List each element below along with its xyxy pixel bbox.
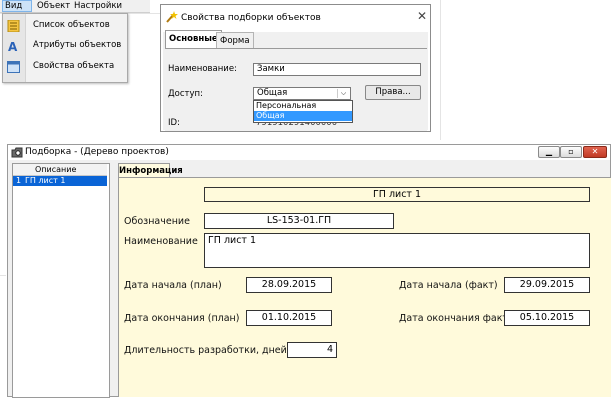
properties-icon: [7, 61, 20, 73]
tab-panel: Наименование: Замки Доступ: Общая ⌵ Прав…: [165, 48, 427, 131]
background-line: [440, 0, 441, 140]
menu-item-object-list[interactable]: Список объектов: [3, 17, 127, 35]
view-menu-dropdown: Список объектов A Атрибуты объектов Свой…: [2, 13, 128, 83]
menu-item-object-attributes[interactable]: A Атрибуты объектов: [3, 37, 127, 55]
designation-field[interactable]: LS-153-01.ГП: [204, 213, 394, 229]
maximize-button[interactable]: ▫: [560, 146, 582, 158]
access-option-selected[interactable]: Общая: [254, 111, 352, 121]
background-line: [0, 275, 6, 276]
id-label: ID:: [168, 118, 180, 128]
row-number: 1: [16, 176, 22, 185]
access-options-list: Персональная Общая: [253, 100, 353, 123]
wand-icon: [166, 11, 178, 23]
menu-object[interactable]: Объект: [37, 1, 70, 11]
menu-view[interactable]: Вид: [2, 0, 32, 12]
list-item[interactable]: 1 ГП лист 1: [13, 176, 107, 186]
end-fact-field[interactable]: 05.10.2015: [504, 310, 590, 326]
name-label: Наименование: [124, 236, 198, 247]
window-title: Подборка - (Дерево проектов): [25, 147, 169, 157]
name-label: Наименование:: [168, 64, 237, 74]
name-field[interactable]: ГП лист 1: [204, 233, 590, 268]
dialog-title: Свойства подборки объектов: [181, 13, 321, 23]
minimize-button[interactable]: ▁: [538, 146, 560, 158]
list-icon: [7, 20, 20, 32]
name-field[interactable]: Замки: [253, 63, 421, 76]
column-header-label: Описание: [35, 165, 77, 174]
dialog-body: Основные Форма Наименование: Замки Досту…: [163, 30, 428, 131]
information-panel: ГП лист 1 Обозначение LS-153-01.ГП Наиме…: [118, 177, 611, 397]
access-select-value: Общая: [257, 88, 288, 98]
access-select[interactable]: Общая ⌵: [253, 87, 351, 100]
end-fact-label: Дата окончания факт: [399, 313, 508, 324]
menu-settings[interactable]: Настройки: [74, 1, 122, 11]
properties-dialog: Свойства подборки объектов ✕ Основные Фо…: [160, 4, 431, 132]
designation-label: Обозначение: [124, 216, 190, 227]
start-plan-label: Дата начала (план): [124, 280, 222, 291]
tab-main[interactable]: Основные: [165, 30, 222, 48]
window-titlebar: Подборка - (Дерево проектов) ▁ ▫ ✕: [8, 145, 610, 160]
start-fact-label: Дата начала (факт): [399, 280, 498, 291]
object-list-pane: Описание 1 ГП лист 1: [12, 163, 110, 398]
end-plan-field[interactable]: 01.10.2015: [246, 310, 332, 326]
close-icon[interactable]: ✕: [417, 9, 427, 23]
start-plan-field[interactable]: 28.09.2015: [246, 277, 332, 293]
attributes-icon: A: [8, 40, 18, 52]
tab-form[interactable]: Форма: [216, 32, 254, 48]
menu-item-label: Атрибуты объектов: [33, 40, 122, 50]
access-option[interactable]: Персональная: [254, 101, 352, 111]
selection-window: Подборка - (Дерево проектов) ▁ ▫ ✕ Описа…: [7, 144, 611, 398]
menu-item-object-properties[interactable]: Свойства объекта: [3, 58, 127, 76]
access-label: Доступ:: [168, 89, 203, 99]
object-header: ГП лист 1: [204, 187, 590, 202]
rights-button[interactable]: Права...: [365, 85, 421, 100]
menu-item-label: Свойства объекта: [33, 61, 115, 71]
menu-item-label: Список объектов: [33, 20, 110, 30]
start-fact-field[interactable]: 29.09.2015: [504, 277, 590, 293]
menu-bar: Вид Объект Настройки: [0, 0, 150, 13]
duration-label: Длительность разработки, дней: [124, 345, 287, 356]
column-header-description[interactable]: Описание: [13, 164, 107, 176]
duration-field[interactable]: 4: [287, 342, 337, 358]
end-plan-label: Дата окончания (план): [124, 313, 240, 324]
chevron-down-icon[interactable]: ⌵: [337, 89, 349, 98]
folder-search-icon: [11, 147, 23, 158]
svg-text:A: A: [8, 40, 18, 52]
close-button[interactable]: ✕: [583, 146, 607, 158]
row-label: ГП лист 1: [25, 176, 66, 185]
